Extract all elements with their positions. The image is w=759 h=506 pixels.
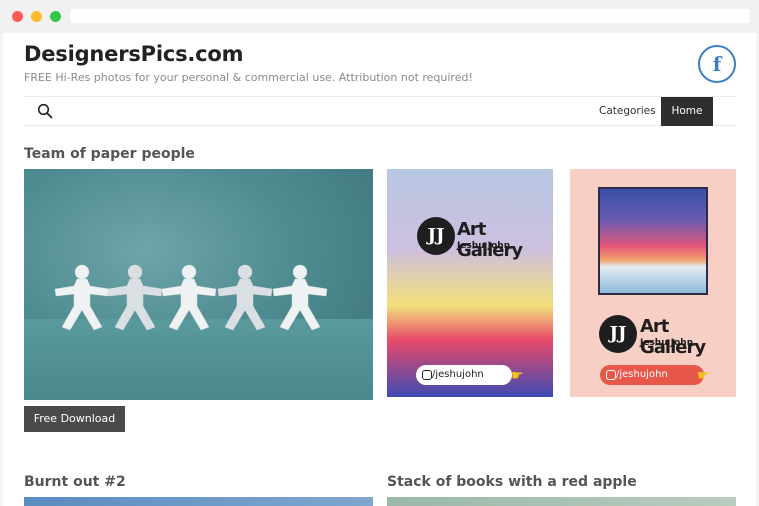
pointer-hand-icon: ☛ — [697, 367, 710, 383]
instagram-handle-pill[interactable]: /jeshujohn — [600, 365, 704, 385]
site-tagline: FREE Hi-Res photos for your personal & c… — [24, 71, 473, 84]
instagram-handle: /jeshujohn — [616, 369, 668, 380]
ad-card-gallery-2[interactable]: JJ Art Gallery Jeshu John /jeshujohn ☛ — [570, 169, 736, 397]
post-photo[interactable] — [24, 169, 373, 400]
site-title[interactable]: DesignersPics.com — [24, 42, 244, 66]
facebook-icon[interactable]: f — [698, 45, 736, 83]
instagram-handle: /jeshujohn — [432, 369, 484, 380]
free-download-button[interactable]: Free Download — [24, 406, 125, 432]
address-bar[interactable] — [70, 9, 750, 23]
search-icon[interactable] — [37, 103, 53, 119]
instagram-icon — [422, 370, 432, 380]
ad-brand-line2: Jeshu John — [640, 338, 694, 348]
post-title[interactable]: Stack of books with a red apple — [387, 474, 637, 490]
web-page: DesignersPics.com FREE Hi-Res photos for… — [3, 33, 756, 506]
paper-people-image — [54, 264, 328, 331]
jj-logo-icon: JJ — [417, 217, 455, 255]
pointer-hand-icon: ☛ — [511, 367, 524, 383]
post-title[interactable]: Burnt out #2 — [24, 474, 126, 490]
jj-logo-icon: JJ — [599, 315, 637, 353]
nav-categories[interactable]: Categories — [599, 105, 656, 117]
browser-chrome — [0, 0, 759, 33]
instagram-handle-pill[interactable]: /jeshujohn — [416, 365, 512, 385]
post-photo-preview[interactable] — [387, 497, 736, 506]
ad-brand-line1: Art Gallery — [640, 316, 706, 358]
sunset-painting-image — [598, 187, 708, 295]
maximize-window-button[interactable] — [50, 11, 61, 22]
minimize-window-button[interactable] — [31, 11, 42, 22]
nav-bar: Categories Home — [24, 96, 736, 126]
post-photo-preview[interactable] — [24, 497, 373, 506]
instagram-icon — [606, 370, 616, 380]
ad-brand-line1: Art Gallery — [457, 219, 523, 261]
nav-home[interactable]: Home — [661, 97, 713, 126]
close-window-button[interactable] — [12, 11, 23, 22]
ad-brand-line2: Jeshu John — [457, 241, 511, 251]
post-title[interactable]: Team of paper people — [24, 146, 195, 162]
ad-card-gallery-1[interactable]: JJ Art Gallery Jeshu John /jeshujohn ☛ — [387, 169, 553, 397]
